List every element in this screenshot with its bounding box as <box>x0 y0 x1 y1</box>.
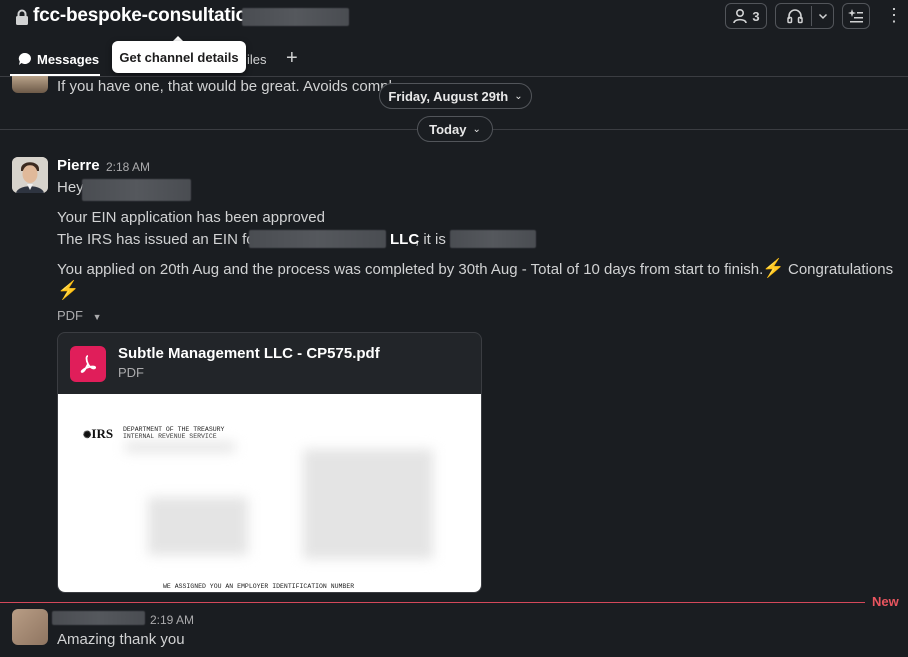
preview-department: DEPARTMENT OF THE TREASURY <box>123 426 225 433</box>
date-pill-label: Today <box>429 121 467 137</box>
button-separator <box>811 6 812 26</box>
lightning-emoji-icon: ⚡ <box>57 280 80 300</box>
redacted-ein <box>450 230 536 248</box>
pdf-file-icon <box>70 346 106 382</box>
lock-icon <box>16 9 28 25</box>
message-bubble-icon <box>18 52 31 65</box>
file-attachment-card[interactable]: Subtle Management LLC - CP575.pdf PDF ✺I… <box>57 332 482 593</box>
tab-messages[interactable]: Messages <box>10 44 100 76</box>
sparkle-list-icon <box>848 9 863 23</box>
redacted-name <box>82 179 191 201</box>
date-pill-label: Friday, August 29th <box>388 88 509 104</box>
message-congrats: Congratulations <box>788 261 894 278</box>
add-tab-icon[interactable]: + <box>286 48 298 68</box>
file-type: PDF <box>118 365 144 380</box>
message-author[interactable]: Pierre <box>57 157 100 174</box>
new-messages-line <box>0 602 865 603</box>
headphones-icon <box>787 9 803 24</box>
attachment-toggle[interactable]: PDF ▼ <box>57 308 102 323</box>
more-options-icon[interactable]: ⋮ <box>885 6 903 26</box>
avatar[interactable] <box>12 76 48 93</box>
redacted-block <box>148 497 248 555</box>
member-count: 3 <box>752 8 760 24</box>
channel-details-tooltip: Get channel details <box>112 41 246 73</box>
redacted-block <box>303 449 433 559</box>
redacted-author <box>52 611 145 625</box>
ai-summary-button[interactable] <box>842 3 870 29</box>
huddle-button[interactable] <box>775 3 834 29</box>
date-pill-today[interactable]: Today ⌄ <box>417 116 493 142</box>
message-line-timeline: You applied on 20th Aug and the process … <box>57 261 764 278</box>
previous-message-text: If you have one, that would be great. Av… <box>57 78 392 95</box>
avatar[interactable] <box>12 157 48 193</box>
pdf-preview[interactable]: ✺IRS DEPARTMENT OF THE TREASURY INTERNAL… <box>58 394 481 592</box>
caret-down-icon: ▼ <box>92 312 102 322</box>
tab-messages-label: Messages <box>37 52 100 67</box>
message-line-ein-prefix: The IRS has issued an EIN for <box>57 231 260 248</box>
message-greeting: Hey <box>57 179 84 196</box>
person-icon <box>733 8 748 24</box>
redacted-address <box>125 442 235 452</box>
preview-irs-name: INTERNAL REVENUE SERVICE <box>123 433 217 440</box>
tab-files[interactable]: iles <box>247 52 267 67</box>
new-messages-label: New <box>872 594 899 609</box>
message-timestamp[interactable]: 2:18 AM <box>106 160 150 174</box>
redacted-channel-suffix <box>242 8 349 26</box>
members-button[interactable]: 3 <box>725 3 767 29</box>
avatar[interactable] <box>12 609 48 645</box>
file-name[interactable]: Subtle Management LLC - CP575.pdf <box>118 345 380 362</box>
preview-footer: WE ASSIGNED YOU AN EMPLOYER IDENTIFICATI… <box>163 583 355 590</box>
chevron-down-icon[interactable] <box>818 11 828 21</box>
message-timestamp[interactable]: 2:19 AM <box>150 613 194 627</box>
channel-name[interactable]: fcc-bespoke-consultation- <box>33 5 265 27</box>
message-line-ein-suffix: , it is <box>415 231 446 248</box>
chevron-down-icon: ⌄ <box>514 90 523 102</box>
date-pill-past[interactable]: Friday, August 29th ⌄ <box>379 83 532 109</box>
portrait-icon <box>12 157 48 193</box>
lightning-emoji-icon: ⚡ <box>762 258 785 278</box>
message-line-approval: Your EIN application has been approved <box>57 209 325 226</box>
chevron-down-icon: ⌄ <box>472 123 481 135</box>
redacted-company <box>249 230 386 248</box>
irs-logo: ✺IRS <box>83 426 114 441</box>
attachment-toggle-label: PDF <box>57 308 83 323</box>
message-text: Amazing thank you <box>57 631 185 648</box>
